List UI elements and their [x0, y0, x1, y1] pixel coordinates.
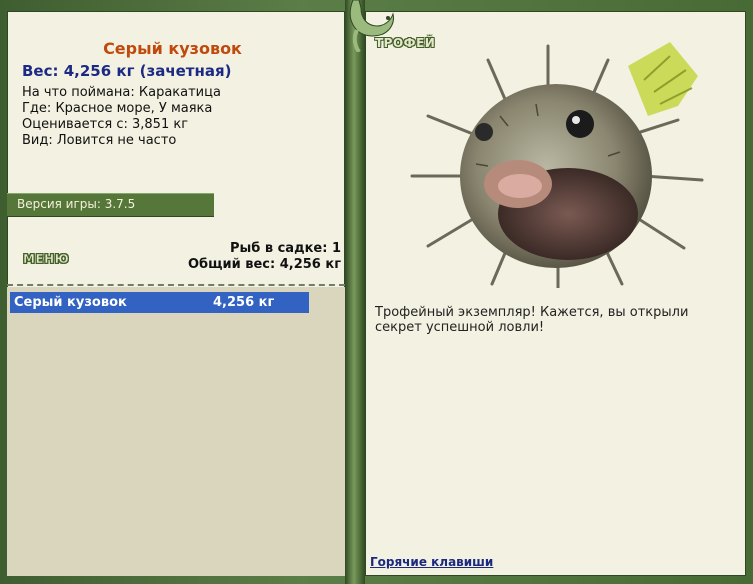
- keep-total: Общий вес: 4,256 кг: [188, 257, 341, 273]
- fish-name-title: Серый кузовок: [103, 39, 242, 58]
- keep-total-value: 4,256 кг: [279, 257, 341, 272]
- fish-weight: Вес: 4,256 кг (зачетная): [22, 62, 232, 80]
- keep-total-label: Общий вес:: [188, 257, 276, 272]
- keep-count: Рыб в садке: 1: [188, 241, 341, 257]
- species-value: Ловится не часто: [56, 133, 177, 148]
- keep-count-value: 1: [331, 241, 341, 256]
- catch-item-name: Серый кузовок: [14, 295, 127, 310]
- version-text: Версия игры: 3.7.5: [17, 197, 136, 211]
- species-row: Вид: Ловится не часто: [22, 133, 176, 148]
- menu-heading[interactable]: МЕНЮ: [23, 252, 69, 267]
- species-label: Вид:: [22, 133, 53, 148]
- section-divider: [7, 284, 345, 286]
- location-row: Где: Красное море, У маяка: [22, 101, 212, 116]
- trophy-message: Трофейный экземпляр! Кажется, вы открыли…: [375, 305, 689, 335]
- panel-divider: [345, 0, 365, 584]
- bait-value: Каракатица: [138, 85, 221, 100]
- catch-list-item[interactable]: Серый кузовок 4,256 кг: [10, 292, 309, 313]
- bait-row: На что поймана: Каракатица: [22, 85, 221, 100]
- porcupinefish-image: [410, 42, 704, 288]
- bait-label: На что поймана:: [22, 85, 135, 100]
- min-weight-row: Оценивается с: 3,851 кг: [22, 117, 188, 132]
- version-bar: Версия игры: 3.7.5: [7, 193, 214, 217]
- keep-count-label: Рыб в садке:: [229, 241, 328, 256]
- hotkeys-link[interactable]: Горячие клавиши: [370, 555, 493, 569]
- catch-list: [7, 287, 345, 576]
- catch-item-weight: 4,256 кг: [213, 295, 275, 310]
- keep-stats: Рыб в садке: 1 Общий вес: 4,256 кг: [188, 241, 341, 273]
- location-value: Красное море, У маяка: [55, 101, 213, 116]
- min-weight-value: 3,851 кг: [132, 117, 189, 132]
- min-weight-label: Оценивается с:: [22, 117, 128, 132]
- location-label: Где:: [22, 101, 52, 116]
